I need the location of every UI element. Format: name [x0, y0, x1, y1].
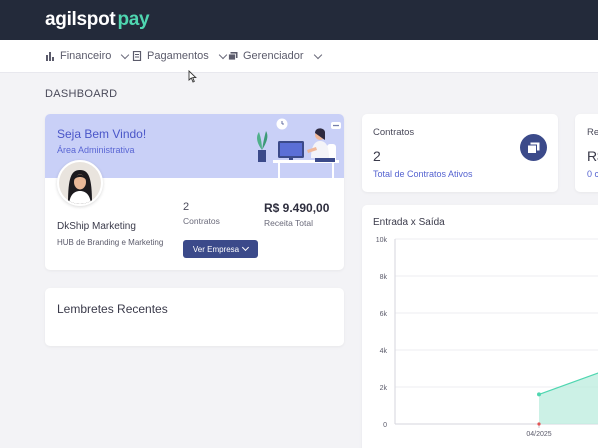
y-tick-label: 6k: [380, 311, 388, 318]
revenue-card-partial: Re R$ 0 c: [575, 114, 598, 192]
nav-label: Gerenciador: [243, 50, 304, 62]
logo-text-accent: pay: [117, 9, 150, 30]
revenue-total: R$ 9.490,00: [264, 201, 330, 215]
mouse-cursor-icon: [188, 70, 197, 83]
bar-chart-icon: [46, 52, 54, 61]
chevron-down-icon: [313, 50, 322, 59]
chevron-down-icon: [218, 50, 228, 59]
welcome-subtitle: Área Administrativa: [57, 145, 135, 155]
nav-label: Financeiro: [60, 50, 112, 62]
cashflow-chart-card: Entrada x Saída 0 2k 4k 6k 8k 10k 04/2025: [362, 205, 598, 448]
view-company-button[interactable]: Ver Empresa: [183, 240, 258, 258]
active-contracts-link[interactable]: Total de Contratos Ativos: [373, 169, 473, 179]
view-company-label: Ver Empresa: [192, 244, 240, 254]
revenue-card-title: Re: [587, 127, 598, 138]
series-area: [539, 373, 598, 424]
folders-icon: [520, 134, 547, 161]
x-axis-marker: [537, 422, 541, 426]
y-tick-label: 0: [383, 422, 387, 429]
contracts-label: Contratos: [183, 216, 220, 226]
nav-bar: Financeiro Pagamentos Gerenciador: [0, 40, 598, 73]
y-tick-label: 10k: [376, 237, 388, 244]
cashflow-chart[interactable]: 0 2k 4k 6k 8k 10k 04/2025: [362, 205, 598, 448]
nav-item-gerenciador[interactable]: Gerenciador: [228, 50, 322, 62]
nav-item-financeiro[interactable]: Financeiro: [45, 50, 130, 62]
data-point: [537, 392, 541, 397]
contracts-card: Contratos 2 Total de Contratos Ativos: [362, 114, 558, 192]
reminders-card: Lembretes Recentes: [45, 288, 344, 346]
y-tick-label: 4k: [380, 348, 388, 355]
document-icon: [132, 51, 142, 61]
welcome-card: Seja Bem Vindo! Área Administrativa DkSh…: [45, 114, 344, 270]
contracts-count: 2: [183, 201, 190, 213]
chevron-down-icon: [242, 243, 250, 252]
y-tick-label: 8k: [380, 274, 388, 281]
x-tick-label: 04/2025: [526, 431, 551, 438]
chevron-down-icon: [121, 50, 130, 59]
profile-photo-icon: [59, 162, 101, 204]
company-name: DkShip Marketing: [57, 221, 136, 232]
avatar[interactable]: [57, 160, 103, 206]
nav-label: Pagamentos: [147, 50, 209, 62]
nav-item-pagamentos[interactable]: Pagamentos: [132, 50, 228, 62]
reminders-title: Lembretes Recentes: [57, 302, 168, 316]
top-bar: agilspot pay: [0, 0, 598, 40]
company-description: HUB de Branding e Marketing: [57, 238, 164, 247]
app-logo[interactable]: agilspot pay: [45, 9, 150, 31]
logo-text-primary: agilspot: [45, 9, 116, 30]
contracts-card-value: 2: [373, 148, 381, 164]
folders-icon: [228, 52, 238, 61]
page-title: DASHBOARD: [45, 88, 118, 100]
y-tick-label: 2k: [380, 385, 388, 392]
revenue-card-value: R$: [587, 148, 598, 164]
welcome-title: Seja Bem Vindo!: [57, 127, 147, 141]
revenue-label: Receita Total: [264, 218, 313, 228]
contracts-card-title: Contratos: [373, 127, 415, 138]
revenue-card-link[interactable]: 0 c: [587, 169, 598, 179]
